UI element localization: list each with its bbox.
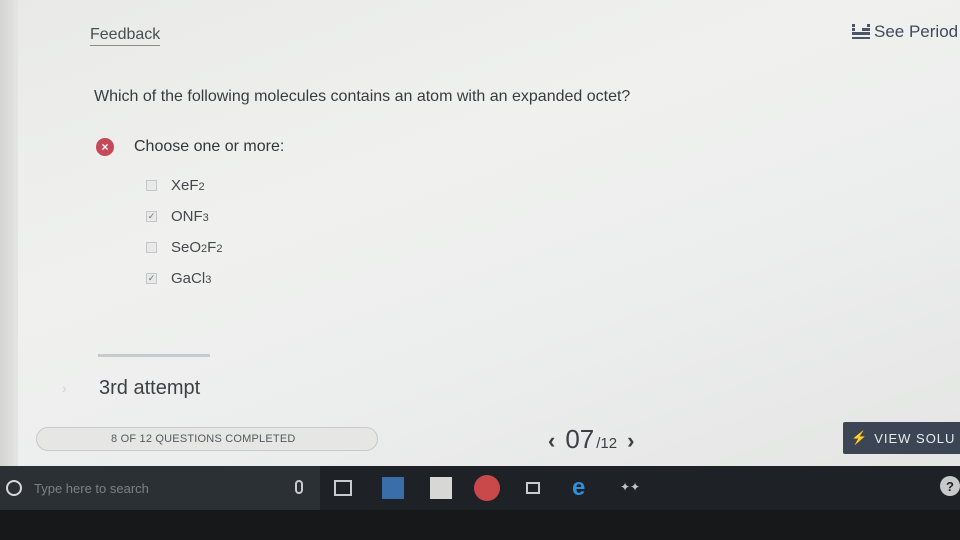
option-checkbox[interactable]: ✓ [146,273,157,284]
question-text: Which of the following molecules contain… [94,88,631,105]
windows-taskbar: Type here to search e ✦✦ ? [0,466,960,510]
taskbar-app-icon[interactable] [382,477,404,499]
lightning-icon: ⚡ [851,430,869,445]
attempt-label: 3rd attempt [99,377,201,399]
option-seo2f2[interactable]: SeO2F2 [146,232,222,263]
progress-label: 8 OF 12 QUESTIONS COMPLETED [111,433,296,445]
quiz-screen: Feedback See Period Which of the followi… [0,0,960,466]
section-divider [98,354,210,357]
screen-bezel [0,510,960,540]
microphone-icon[interactable] [295,480,303,494]
option-onf3[interactable]: ✓ ONF3 [146,201,222,232]
chrome-icon[interactable] [474,475,500,501]
incorrect-status-icon: × [96,138,114,156]
store-icon[interactable] [430,477,452,499]
see-periodic-table-link[interactable]: See Period [852,22,958,42]
answer-options: XeF2 ✓ ONF3 SeO2F2 ✓ GaCl3 [146,170,222,294]
app-dots-icon[interactable]: ✦✦ [620,480,640,494]
search-input[interactable]: Type here to search [34,481,149,496]
option-xef2[interactable]: XeF2 [146,170,222,201]
option-label: GaCl3 [171,270,212,287]
current-question-number: 07 [565,424,595,454]
option-checkbox[interactable] [146,180,157,191]
view-solution-button[interactable]: ⚡ VIEW SOLU [843,422,960,454]
choose-instruction: Choose one or more: [134,138,285,155]
taskbar-search-box[interactable]: Type here to search [0,466,320,510]
view-solution-label: VIEW SOLU [874,430,956,446]
task-view-icon[interactable] [334,480,352,496]
option-gacl3[interactable]: ✓ GaCl3 [146,263,222,294]
option-checkbox[interactable] [146,242,157,253]
questions-progress-bar: 8 OF 12 QUESTIONS COMPLETED [36,427,378,451]
feedback-link[interactable]: Feedback [90,26,161,46]
option-label: SeO2F2 [171,239,223,256]
option-label: ONF3 [171,208,209,225]
edge-icon[interactable]: e [572,474,585,502]
question-pager: ‹ 07 /12 › [548,424,634,455]
media-player-icon[interactable] [526,482,540,494]
help-icon[interactable]: ? [940,476,960,496]
periodic-table-icon [852,24,870,40]
left-edge-strip [0,0,18,466]
next-question-button[interactable]: › [627,428,634,454]
chevron-right-icon: › [62,380,67,396]
cortana-icon[interactable] [6,480,22,496]
previous-question-button[interactable]: ‹ [548,428,555,454]
total-questions: /12 [596,435,618,452]
see-periodic-label: See Period [874,22,959,41]
option-checkbox[interactable]: ✓ [146,211,157,222]
option-label: XeF2 [171,177,205,194]
